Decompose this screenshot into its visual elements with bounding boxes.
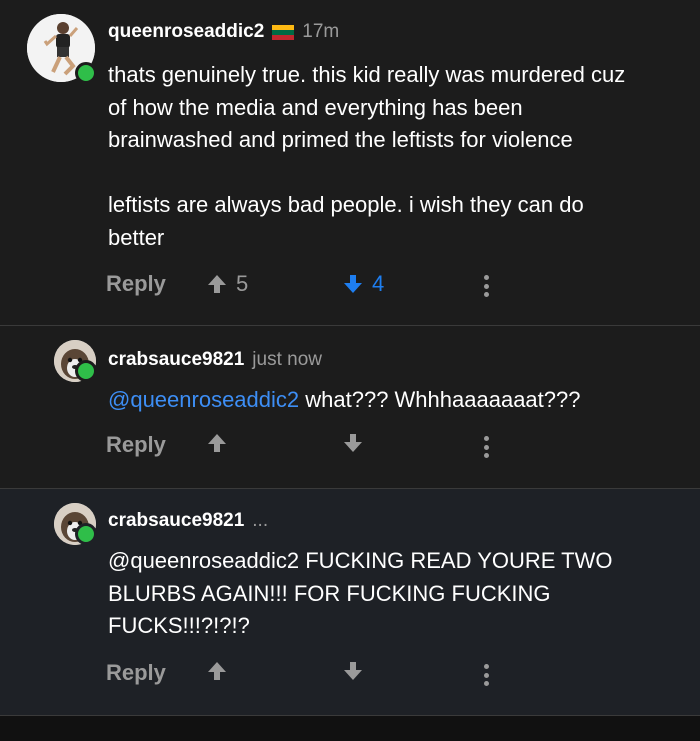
comment-header: crabsauce9821 ...: [108, 510, 268, 532]
arrow-down-icon: [344, 275, 362, 293]
upvote-button[interactable]: [206, 660, 228, 682]
comment-2: crabsauce9821 just now @queenroseaddic2 …: [0, 326, 700, 489]
username[interactable]: crabsauce9821: [108, 349, 244, 371]
timestamp: just now: [252, 349, 322, 370]
comment-text-body: what??? Whhhaaaaaaat???: [299, 387, 581, 412]
username[interactable]: queenroseaddic2: [108, 21, 264, 43]
comment-1: queenroseaddic2 17m thats genuinely true…: [0, 0, 700, 326]
online-status-icon: [75, 62, 97, 84]
online-status-icon: [75, 360, 97, 382]
user-mention-link[interactable]: @queenroseaddic2: [108, 387, 299, 412]
more-vertical-icon[interactable]: [484, 275, 490, 297]
comment-text: @queenroseaddic2 FUCKING READ YOURE TWO …: [108, 548, 613, 638]
timestamp: ...: [252, 510, 269, 531]
arrow-down-icon: [344, 662, 362, 680]
reply-button[interactable]: Reply: [106, 660, 166, 686]
comment-header: crabsauce9821 just now: [108, 349, 322, 371]
arrow-up-icon: [208, 662, 226, 680]
downvote-count: 4: [372, 271, 385, 296]
reply-button[interactable]: Reply: [106, 271, 166, 297]
downvote-button[interactable]: [342, 432, 364, 454]
upvote-button[interactable]: 5: [206, 271, 248, 297]
more-vertical-icon[interactable]: [484, 436, 490, 458]
comment-text: @queenroseaddic2 what??? Whhhaaaaaaat???: [108, 384, 580, 417]
timestamp: 17m: [302, 21, 340, 42]
comment-actions: Reply 5 4: [106, 271, 700, 301]
online-status-icon: [75, 523, 97, 545]
username[interactable]: crabsauce9821: [108, 510, 244, 532]
comment-actions: Reply: [106, 660, 700, 690]
more-vertical-icon[interactable]: [484, 664, 490, 686]
upvote-count: 5: [236, 271, 249, 296]
arrow-up-icon: [208, 434, 226, 452]
bottom-bar: [0, 716, 700, 741]
arrow-up-icon: [208, 275, 226, 293]
arrow-down-icon: [344, 434, 362, 452]
comment-text: thats genuinely true. this kid really wa…: [108, 62, 626, 250]
upvote-button[interactable]: [206, 432, 228, 454]
downvote-button[interactable]: 4: [342, 271, 384, 297]
lithuania-flag-icon: [272, 24, 295, 40]
comment-header: queenroseaddic2 17m: [108, 21, 339, 43]
comment-3: crabsauce9821 ... @queenroseaddic2 FUCKI…: [0, 489, 700, 716]
reply-button[interactable]: Reply: [106, 432, 166, 458]
downvote-button[interactable]: [342, 660, 364, 682]
comment-actions: Reply: [106, 432, 700, 462]
